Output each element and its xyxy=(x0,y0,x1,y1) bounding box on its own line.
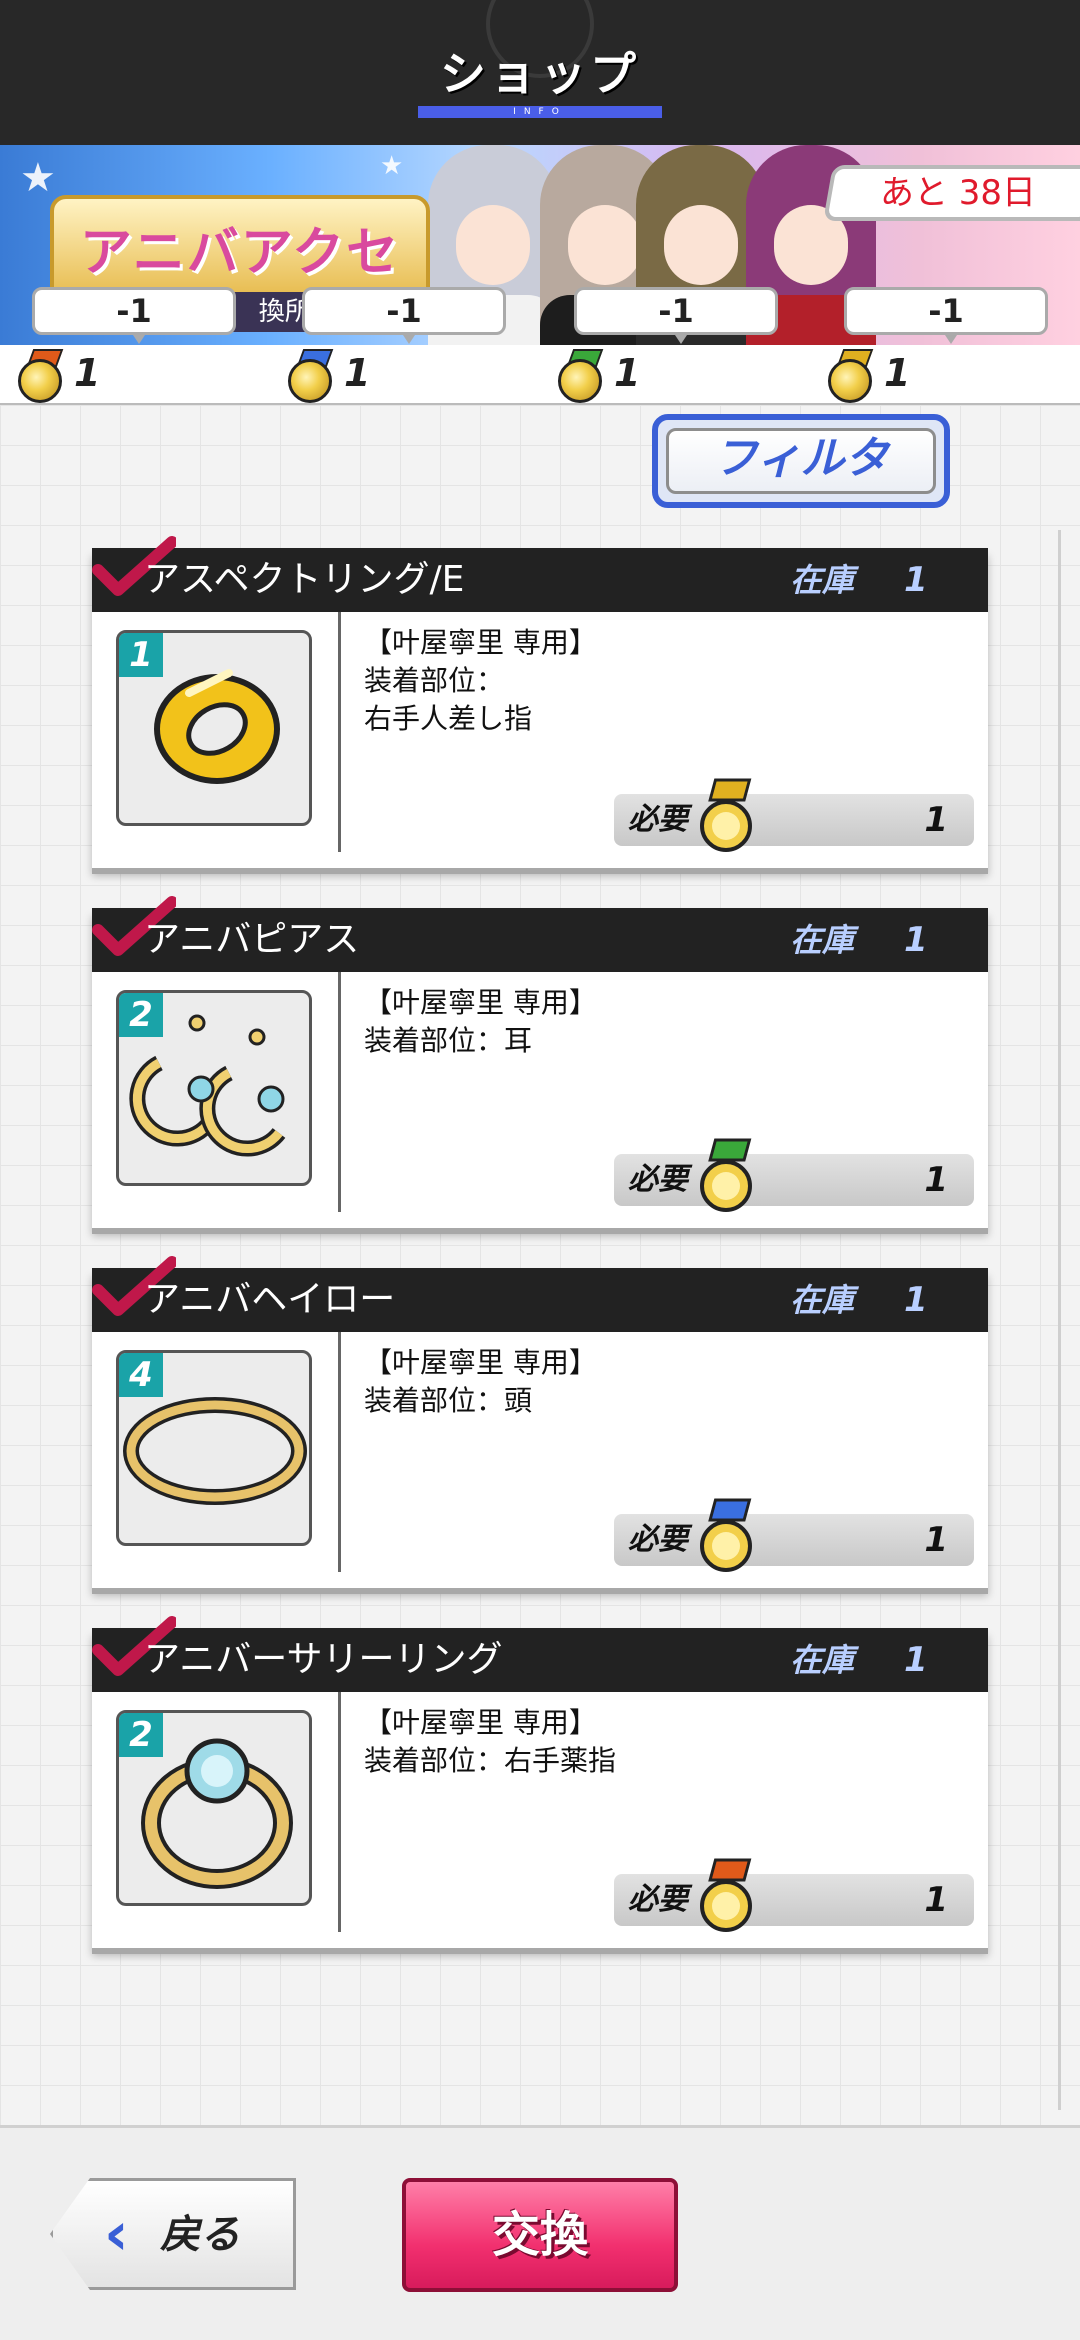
stock-count: 1 xyxy=(904,560,928,600)
medal-icon xyxy=(700,778,752,852)
item-slot: 装着部位： xyxy=(364,664,505,697)
required-cost: 必要 1 xyxy=(614,778,974,852)
required-label: 必要 xyxy=(628,802,688,837)
item-card[interactable]: アニバーサリーリング 在庫 1 2 【叶屋寧里 専用】 装着部位：右手薬指 必要… xyxy=(92,1616,988,1948)
item-slot: 装着部位：耳 xyxy=(364,1024,533,1057)
currency-bubble: -1 xyxy=(574,287,778,344)
currency-item: 1 xyxy=(824,349,924,403)
item-owner: 【叶屋寧里 専用】 xyxy=(364,1346,597,1379)
card-divider xyxy=(338,1332,341,1572)
item-thumbnail: 2 xyxy=(116,1710,312,1906)
item-card-header: アニバーサリーリング 在庫 1 xyxy=(92,1616,988,1692)
rarity-badge: 1 xyxy=(119,633,163,677)
back-button-label: 戻る xyxy=(160,2212,240,2258)
currency-row: -1 -1 -1 -1 1 1 1 1 xyxy=(0,287,1080,405)
currency-count: 1 xyxy=(74,351,101,395)
required-label: 必要 xyxy=(628,1522,688,1557)
currency-count: 1 xyxy=(344,351,371,395)
medal-icon xyxy=(288,359,332,403)
event-logo-text: アニバアクセ xyxy=(79,223,401,283)
item-owner: 【叶屋寧里 専用】 xyxy=(364,626,597,659)
currency-count: 1 xyxy=(614,351,641,395)
required-cost: 必要 1 xyxy=(614,1498,974,1572)
medal-icon xyxy=(700,1858,752,1932)
card-divider xyxy=(338,972,341,1212)
item-description: 【叶屋寧里 専用】 装着部位：頭 xyxy=(364,1344,964,1420)
currency-bubble: -1 xyxy=(302,287,506,344)
card-divider xyxy=(338,612,341,852)
item-card-header: アスペクトリング/E 在庫 1 xyxy=(92,536,988,612)
required-label: 必要 xyxy=(628,1162,688,1197)
days-left-text: あと 38日 xyxy=(879,173,1037,213)
currency-count: 1 xyxy=(884,351,911,395)
stock-label: 在庫 xyxy=(790,1641,855,1679)
item-description: 【叶屋寧里 専用】 装着部位： 右手人差し指 xyxy=(364,624,964,738)
item-card[interactable]: アニバヘイロー 在庫 1 4 【叶屋寧里 専用】 装着部位：頭 必要 1 xyxy=(92,1256,988,1588)
star-icon: ★ xyxy=(20,155,56,201)
scrollbar[interactable] xyxy=(1058,530,1061,2110)
item-card[interactable]: アスペクトリング/E 在庫 1 1 【叶屋寧里 専用】 装着部位： 右手人差し指… xyxy=(92,536,988,868)
exchange-button-label: 交換 xyxy=(491,2207,588,2263)
stock-count: 1 xyxy=(904,920,928,960)
card-divider xyxy=(338,1692,341,1932)
rarity-badge: 2 xyxy=(119,1713,163,1757)
item-description: 【叶屋寧里 専用】 装着部位：耳 xyxy=(364,984,964,1060)
required-count: 1 xyxy=(924,1880,948,1920)
item-slot: 装着部位：右手薬指 xyxy=(364,1744,617,1777)
item-owner: 【叶屋寧里 専用】 xyxy=(364,986,597,1019)
item-name: アスペクトリング/E xyxy=(144,559,465,600)
currency-item: 1 xyxy=(284,349,384,403)
required-count: 1 xyxy=(924,800,948,840)
required-label: 必要 xyxy=(628,1882,688,1917)
currency-bubble: -1 xyxy=(32,287,236,344)
item-slot: 装着部位：頭 xyxy=(364,1384,533,1417)
medal-icon xyxy=(828,359,872,403)
item-thumbnail: 1 xyxy=(116,630,312,826)
currency-item: 1 xyxy=(14,349,114,403)
stock-count: 1 xyxy=(904,1280,928,1320)
exchange-button[interactable]: 交換 xyxy=(402,2178,678,2292)
required-cost: 必要 1 xyxy=(614,1858,974,1932)
item-card-header: アニバヘイロー 在庫 1 xyxy=(92,1256,988,1332)
item-card[interactable]: アニバピアス 在庫 1 2 【叶屋寧里 専用】 装着部位：耳 必要 1 xyxy=(92,896,988,1228)
page-subtitle: INFO xyxy=(513,107,567,117)
currency-item: 1 xyxy=(554,349,654,403)
filter-button-label: フィルタ xyxy=(666,428,936,494)
medal-icon xyxy=(558,359,602,403)
back-button[interactable]: ‹ 戻る xyxy=(50,2178,296,2290)
medal-icon xyxy=(700,1498,752,1572)
star-icon: ★ xyxy=(380,151,404,181)
item-name: アニバーサリーリング xyxy=(144,1639,503,1680)
chevron-left-icon: ‹ xyxy=(104,2199,129,2269)
stock-count: 1 xyxy=(904,1640,928,1680)
item-name: アニバヘイロー xyxy=(144,1279,396,1320)
medal-icon xyxy=(18,359,62,403)
item-name: アニバピアス xyxy=(144,919,360,960)
stock-label: 在庫 xyxy=(790,561,855,599)
medal-icon xyxy=(700,1138,752,1212)
item-description: 【叶屋寧里 専用】 装着部位：右手薬指 xyxy=(364,1704,964,1780)
filter-button[interactable]: フィルタ xyxy=(652,414,950,508)
rarity-badge: 4 xyxy=(119,1353,163,1397)
item-thumbnail: 4 xyxy=(116,1350,312,1546)
stock-label: 在庫 xyxy=(790,921,855,959)
item-card-header: アニバピアス 在庫 1 xyxy=(92,896,988,972)
required-count: 1 xyxy=(924,1160,948,1200)
item-thumbnail: 2 xyxy=(116,990,312,1186)
rarity-badge: 2 xyxy=(119,993,163,1037)
currency-bubble: -1 xyxy=(844,287,1048,344)
stock-label: 在庫 xyxy=(790,1281,855,1319)
page-title: ショップ xyxy=(440,47,640,101)
required-cost: 必要 1 xyxy=(614,1138,974,1212)
item-owner: 【叶屋寧里 専用】 xyxy=(364,1706,597,1739)
top-header: ショップ INFO xyxy=(0,0,1080,145)
required-count: 1 xyxy=(924,1520,948,1560)
item-slot-detail: 右手人差し指 xyxy=(364,702,533,735)
